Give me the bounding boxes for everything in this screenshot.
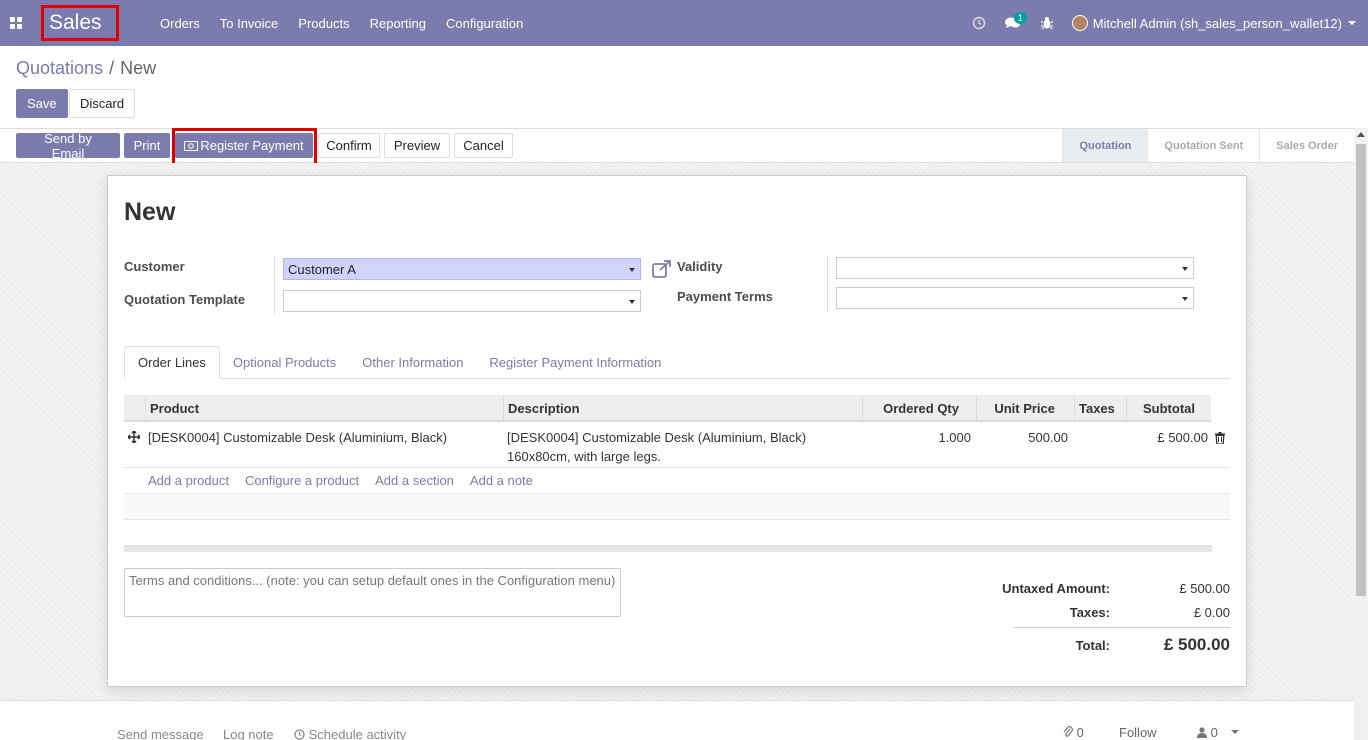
messages-count-badge: 1 (1013, 12, 1027, 24)
untaxed-amount-value: £ 500.00 (1179, 580, 1230, 596)
col-taxes[interactable]: Taxes (1074, 395, 1126, 422)
tab-other-information[interactable]: Other Information (349, 346, 476, 379)
stage-quotation[interactable]: Quotation (1062, 129, 1148, 162)
record-title: New (124, 198, 176, 226)
apps-menu-icon[interactable] (0, 0, 32, 46)
confirm-button[interactable]: Confirm (318, 133, 380, 158)
clock-icon (294, 729, 305, 740)
cancel-button[interactable]: Cancel (454, 133, 513, 158)
send-by-email-button[interactable]: Send by Email (16, 131, 120, 161)
breadcrumb-quotations[interactable]: Quotations (16, 58, 103, 79)
user-menu[interactable]: Mitchell Admin (sh_sales_person_wallet12… (1064, 15, 1368, 31)
paperclip-icon (1063, 726, 1073, 737)
form-tabs: Order Lines Optional Products Other Info… (124, 346, 1230, 379)
dropdown-arrow-icon (629, 300, 635, 304)
attachments-button[interactable]: 0 (1063, 725, 1084, 740)
caret-down-icon (1348, 21, 1356, 25)
line-unit-price[interactable]: 500.00 (976, 428, 1068, 447)
clock-icon[interactable] (962, 0, 996, 46)
table-horizontal-scrollbar[interactable] (124, 545, 1212, 552)
schedule-activity-button[interactable]: Schedule activity (294, 727, 406, 740)
window-vertical-scrollbar[interactable] (1354, 128, 1368, 740)
status-bar: Quotation Quotation Sent Sales Order (1062, 129, 1354, 162)
configure-a-product-link[interactable]: Configure a product (245, 473, 359, 488)
debug-bug-icon[interactable] (1030, 0, 1064, 46)
customer-field[interactable]: Customer A (283, 258, 641, 280)
dropdown-arrow-icon (1182, 267, 1188, 271)
menu-orders[interactable]: Orders (150, 16, 210, 31)
table-row[interactable]: [DESK0004] Customizable Desk (Aluminium,… (124, 422, 1230, 468)
untaxed-amount-label: Untaxed Amount: (1002, 580, 1110, 596)
empty-row (124, 494, 1230, 520)
breadcrumb-current: New (120, 58, 157, 78)
add-a-note-link[interactable]: Add a note (470, 473, 533, 488)
form-sheet: New Customer Quotation Template Customer… (107, 175, 1247, 687)
dropdown-arrow-icon (1182, 297, 1188, 301)
caret-down-icon[interactable] (1231, 730, 1240, 734)
stage-sales-order[interactable]: Sales Order (1259, 129, 1354, 162)
customer-label: Customer (124, 259, 185, 274)
col-subtotal[interactable]: Subtotal (1126, 395, 1211, 422)
app-brand-sales[interactable]: Sales (41, 5, 119, 41)
external-link-icon[interactable] (652, 260, 672, 278)
dropdown-arrow-icon (629, 268, 635, 272)
user-icon (1197, 727, 1207, 738)
quotation-template-field[interactable] (283, 290, 641, 312)
menu-products[interactable]: Products (288, 16, 359, 31)
add-a-product-link[interactable]: Add a product (148, 473, 229, 488)
taxes-label: Taxes: (1069, 604, 1110, 620)
scroll-up-arrow-icon[interactable] (1357, 132, 1365, 137)
user-avatar (1071, 15, 1088, 31)
follow-button[interactable]: Follow (1119, 725, 1157, 740)
line-subtotal: £ 500.00 (1157, 430, 1208, 445)
table-header: Product Description Ordered Qty Unit Pri… (124, 395, 1211, 422)
menu-configuration[interactable]: Configuration (436, 16, 533, 31)
save-button[interactable]: Save (16, 89, 68, 118)
main-menu: Orders To Invoice Products Reporting Con… (150, 0, 533, 46)
trash-icon[interactable] (1215, 432, 1225, 444)
col-product[interactable]: Product (145, 395, 503, 422)
total-value: £ 500.00 (1163, 635, 1230, 654)
col-description[interactable]: Description (503, 395, 862, 422)
preview-button[interactable]: Preview (384, 133, 450, 158)
log-note-button[interactable]: Log note (223, 727, 274, 740)
menu-to-invoice[interactable]: To Invoice (210, 16, 289, 31)
quotation-template-label: Quotation Template (124, 292, 246, 307)
payment-terms-field[interactable] (836, 287, 1194, 309)
tab-order-lines[interactable]: Order Lines (124, 346, 220, 379)
col-unit-price[interactable]: Unit Price (976, 395, 1074, 422)
totals-summary: Untaxed Amount: £ 500.00 Taxes: £ 0.00 T… (970, 576, 1230, 659)
breadcrumb: Quotations / New (16, 58, 157, 79)
total-label: Total: (1075, 637, 1110, 653)
taxes-value: £ 0.00 (1193, 604, 1230, 620)
validity-label: Validity (677, 259, 723, 274)
tab-register-payment-information[interactable]: Register Payment Information (476, 346, 674, 379)
followers-button[interactable]: 0 (1197, 725, 1240, 740)
order-lines-table: Product Description Ordered Qty Unit Pri… (124, 395, 1230, 520)
user-name: Mitchell Admin (sh_sales_person_wallet12… (1092, 15, 1342, 31)
menu-reporting[interactable]: Reporting (360, 16, 436, 31)
stage-quotation-sent[interactable]: Quotation Sent (1147, 129, 1259, 162)
add-line-row: Add a product Configure a product Add a … (124, 468, 1230, 494)
discard-button[interactable]: Discard (69, 89, 136, 118)
send-message-button[interactable]: Send message (117, 727, 204, 740)
print-button[interactable]: Print (124, 133, 170, 158)
line-product[interactable]: [DESK0004] Customizable Desk (Aluminium,… (148, 428, 447, 447)
top-navbar: Sales Orders To Invoice Products Reporti… (0, 0, 1368, 46)
line-description[interactable]: [DESK0004] Customizable Desk (Aluminium,… (507, 428, 806, 466)
scrollbar-thumb[interactable] (1356, 144, 1366, 596)
payment-terms-label: Payment Terms (677, 289, 773, 304)
line-qty[interactable]: 1.000 (862, 428, 971, 447)
terms-and-conditions-input[interactable]: Terms and conditions... (note: you can s… (124, 568, 621, 617)
messages-icon[interactable]: 1 (996, 0, 1030, 46)
col-ordered-qty[interactable]: Ordered Qty (862, 395, 976, 422)
systray: 1 Mitchell Admin (sh_sales_person_wallet… (962, 0, 1368, 46)
drag-handle-icon[interactable] (128, 431, 140, 443)
chatter: Send message Log note Schedule activity … (0, 700, 1354, 740)
validity-field[interactable] (836, 257, 1194, 279)
tab-optional-products[interactable]: Optional Products (220, 346, 349, 379)
register-payment-highlight (172, 128, 317, 166)
add-a-section-link[interactable]: Add a section (375, 473, 454, 488)
